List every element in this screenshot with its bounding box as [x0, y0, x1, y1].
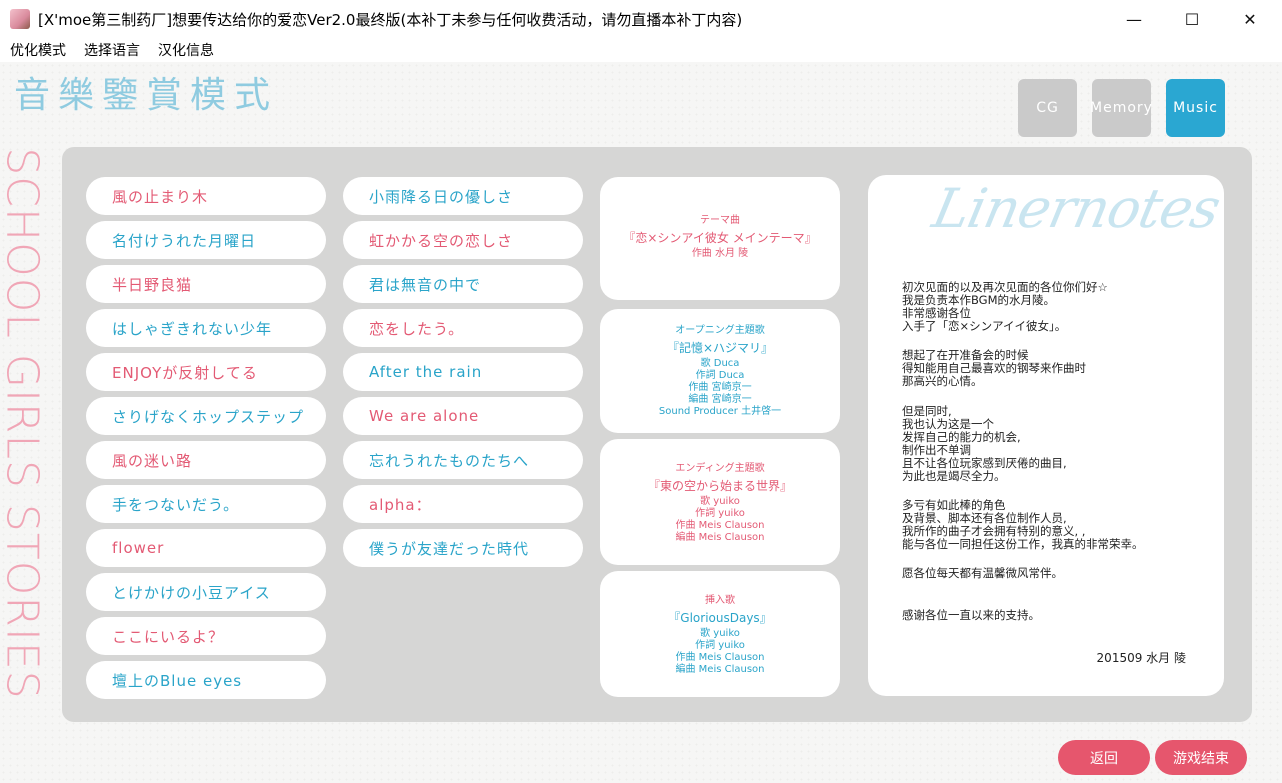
liner-signature: 201509 水月 陵 — [1096, 651, 1186, 665]
card-line: 歌 yuiko — [700, 628, 740, 639]
card-line: 作詞 yuiko — [695, 508, 745, 519]
note-paragraph: 但是同时, 我也认为这是一个 发挥自己的能力的机会, 制作出不单调 且不让各位玩家感… — [902, 404, 1067, 483]
note-paragraph: 感谢各位一直以来的支持。 — [902, 608, 1040, 622]
song-item[interactable]: After the rain — [343, 353, 583, 391]
tab-memory[interactable]: Memory — [1090, 79, 1152, 137]
mode-title: 音樂鑒賞模式 — [14, 75, 279, 116]
back-button[interactable]: 返回 — [1058, 740, 1150, 775]
quit-game-button[interactable]: 游戏结束 — [1155, 740, 1247, 775]
song-item[interactable]: 名付けうれた月曜日 — [86, 221, 326, 259]
game-screen: 音樂鑒賞模式 SCHOOL GIRLS STORIES CG Memory Mu… — [0, 62, 1282, 783]
song-item[interactable]: 僕うが友達だった時代 — [343, 529, 583, 567]
card-line: 編曲 Meis Clauson — [675, 664, 765, 675]
note-paragraph: 初次见面的以及再次见面的各位你们好☆ 我是负责本作BGM的水月陵。 非常感谢各位入… — [902, 280, 1108, 333]
note-paragraph: 多亏有如此棒的角色 及背景、脚本还有各位制作人员, 我所作的曲子才会拥有特别的意义… — [902, 498, 1144, 551]
card-line: 作詞 yuiko — [695, 640, 745, 651]
song-item[interactable]: 手をつないだう。 — [86, 485, 326, 523]
song-item[interactable]: We are alone — [343, 397, 583, 435]
maximize-button[interactable]: ☐ — [1163, 0, 1221, 38]
song-item[interactable]: はしゃぎきれない少年 — [86, 309, 326, 347]
card-title: 『東の空から始まる世界』 — [647, 479, 792, 493]
side-title: SCHOOL GIRLS STORIES — [0, 147, 48, 700]
card-line: 作曲 宮崎京一 — [688, 382, 752, 393]
app-icon — [10, 9, 30, 29]
card-type: 挿入歌 — [705, 595, 735, 606]
menu-bar: 优化模式 选择语言 汉化信息 — [0, 38, 1282, 62]
note-paragraph: 想起了在开准备会的时候 得知能用自己最喜欢的钢琴来作曲时 那高兴的心情。 — [902, 348, 1086, 388]
credit-card-theme: テーマ曲 『恋×シンアイ彼女 メインテーマ』 作曲 水月 陵 — [600, 177, 840, 300]
card-line: 編曲 宮崎京一 — [688, 394, 752, 405]
song-item[interactable]: とけかけの小豆アイス — [86, 573, 326, 611]
card-line: 作曲 Meis Clauson — [675, 652, 765, 663]
title-bar: [X'moe第三制药厂]想要传达给你的爱恋Ver2.0最终版(本补丁未参与任何收… — [0, 0, 1282, 38]
song-item[interactable]: alpha： — [343, 485, 583, 523]
song-item[interactable]: さりげなくホップステップ — [86, 397, 326, 435]
card-line: 歌 yuiko — [700, 496, 740, 507]
menu-select-language[interactable]: 选择语言 — [84, 40, 140, 60]
liner-notes-logo: Linernotes — [927, 177, 1226, 240]
card-title: 『記憶×ハジマリ』 — [666, 341, 774, 355]
song-item[interactable]: ここにいるよ？ — [86, 617, 326, 655]
song-item[interactable]: 忘れうれたものたちへ — [343, 441, 583, 479]
card-title: 『恋×シンアイ彼女 メインテーマ』 — [623, 231, 817, 245]
card-title: 『GloriousDays』 — [668, 611, 772, 625]
card-line: Sound Producer 土井啓一 — [658, 406, 782, 417]
song-item[interactable]: ENJOYが反射してる — [86, 353, 326, 391]
card-line: 作曲 Meis Clauson — [675, 520, 765, 531]
card-line: 編曲 Meis Clauson — [675, 532, 765, 543]
tab-cg[interactable]: CG — [1018, 79, 1077, 137]
note-paragraph: 愿各位每天都有温馨微风常伴。 — [902, 566, 1063, 580]
window-title: [X'moe第三制药厂]想要传达给你的爱恋Ver2.0最终版(本补丁未参与任何收… — [38, 10, 743, 29]
card-type: エンディング主題歌 — [675, 463, 765, 474]
credit-card-insert: 挿入歌 『GloriousDays』 歌 yuiko 作詞 yuiko 作曲 M… — [600, 571, 840, 697]
song-item[interactable]: 半日野良猫 — [86, 265, 326, 303]
song-item[interactable]: 風の迷い路 — [86, 441, 326, 479]
song-item[interactable]: 恋をしたう。 — [343, 309, 583, 347]
song-item[interactable]: flower — [86, 529, 326, 567]
minimize-button[interactable]: — — [1105, 0, 1163, 38]
card-type: テーマ曲 — [700, 215, 740, 226]
song-item[interactable]: 壇上のBlue eyes — [86, 661, 326, 699]
song-item[interactable]: 虹かかる空の恋しさ — [343, 221, 583, 259]
close-button[interactable]: ✕ — [1221, 0, 1279, 38]
card-line: 歌 Duca — [700, 358, 740, 369]
card-line: 作曲 水月 陵 — [691, 248, 749, 259]
menu-localization-info[interactable]: 汉化信息 — [158, 40, 214, 60]
credit-card-ending: エンディング主題歌 『東の空から始まる世界』 歌 yuiko 作詞 yuiko … — [600, 439, 840, 565]
song-item[interactable]: 風の止まり木 — [86, 177, 326, 215]
card-line: 作詞 Duca — [695, 370, 745, 381]
menu-optimize-mode[interactable]: 优化模式 — [10, 40, 66, 60]
song-item[interactable]: 君は無音の中で — [343, 265, 583, 303]
tab-music[interactable]: Music — [1166, 79, 1225, 137]
song-item[interactable]: 小雨降る日の優しさ — [343, 177, 583, 215]
credit-card-opening: オープニング主題歌 『記憶×ハジマリ』 歌 Duca 作詞 Duca 作曲 宮崎… — [600, 309, 840, 433]
card-type: オープニング主題歌 — [675, 325, 765, 336]
music-panel: 風の止まり木 名付けうれた月曜日 半日野良猫 はしゃぎきれない少年 ENJOYが… — [62, 147, 1252, 722]
liner-notes: Linernotes 初次见面的以及再次见面的各位你们好☆ 我是负责本作BGM的水… — [868, 175, 1226, 696]
